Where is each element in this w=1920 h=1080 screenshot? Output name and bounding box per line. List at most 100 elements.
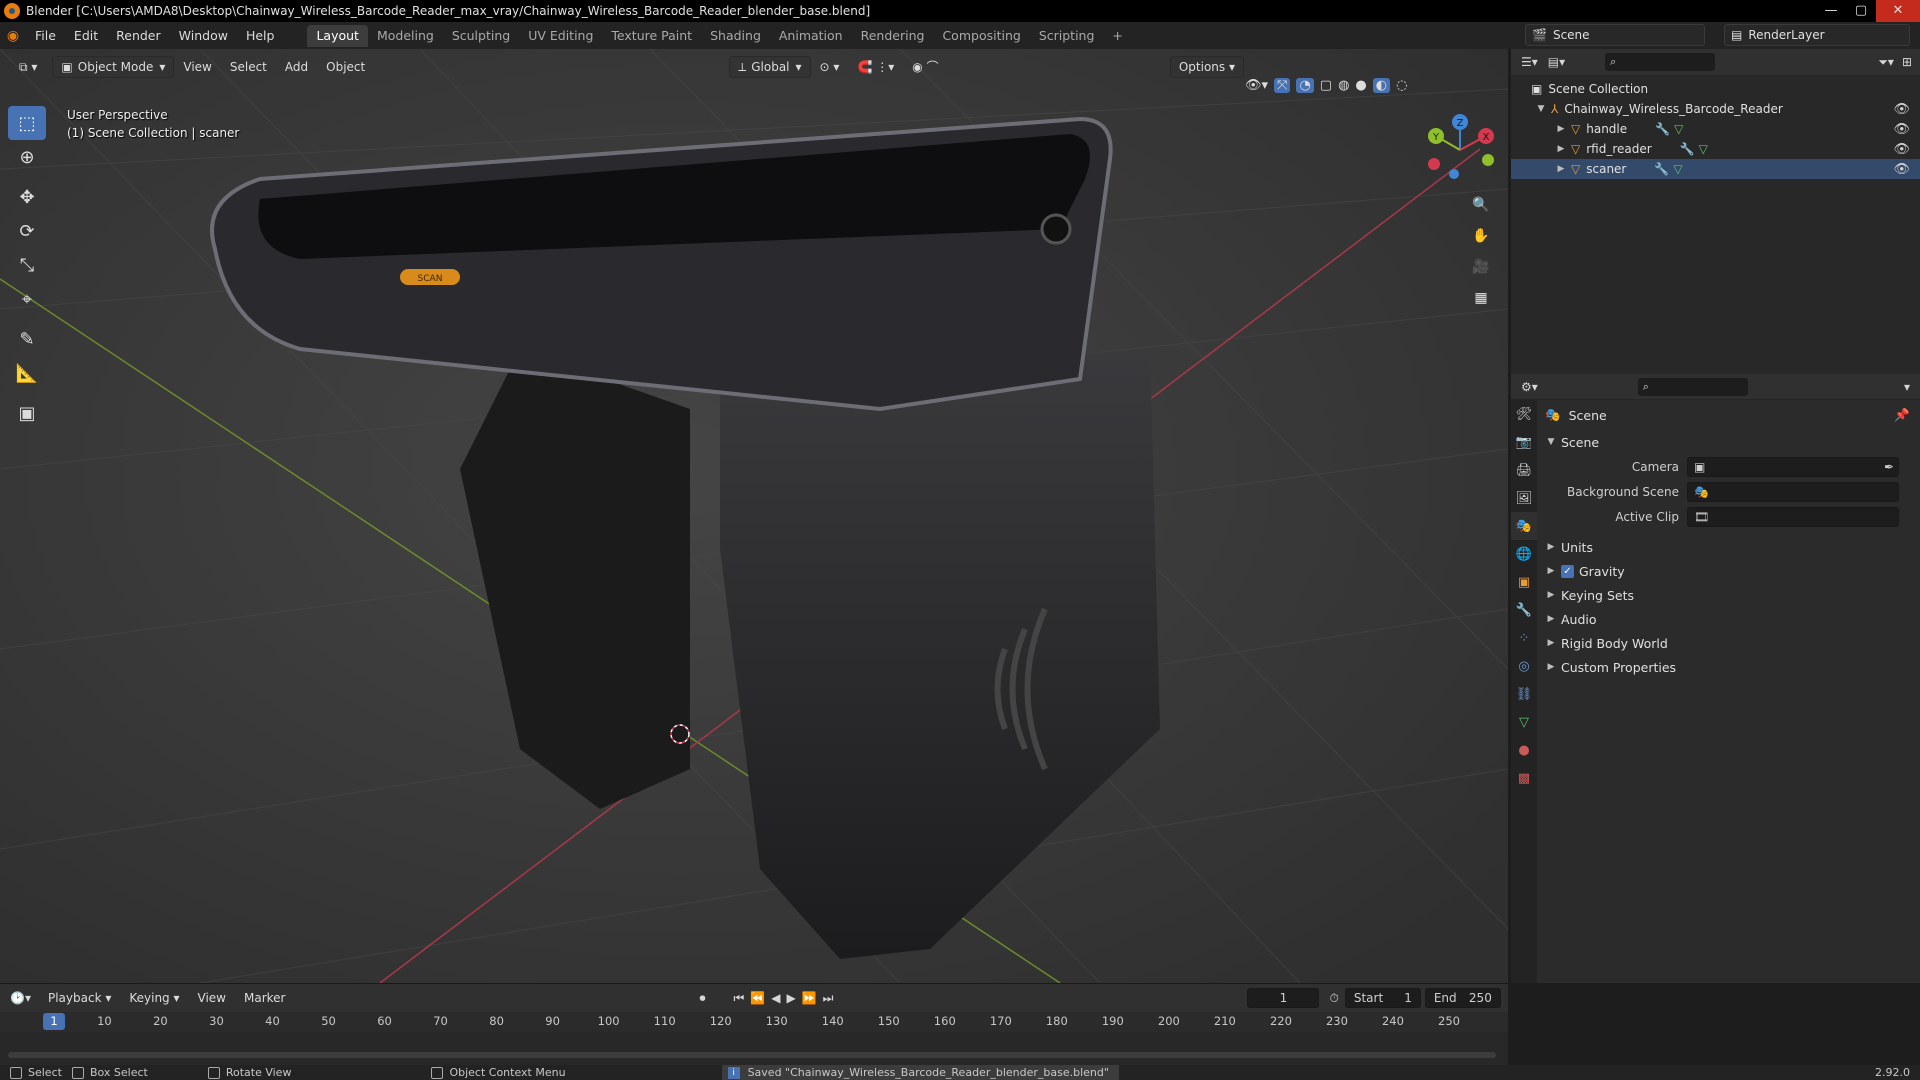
tool-tab-icon[interactable]: 🛠: [1511, 400, 1537, 428]
display-mode-icon[interactable]: ▤▾: [1548, 55, 1565, 69]
output-tab-icon[interactable]: 🖨: [1511, 456, 1537, 484]
tab-compositing[interactable]: Compositing: [933, 25, 1029, 47]
visibility-eye-icon[interactable]: 👁: [1893, 162, 1910, 177]
view-layer-tab-icon[interactable]: 🖼: [1511, 484, 1537, 512]
collapse-triangle-icon[interactable]: ▼: [1545, 437, 1557, 447]
timeline-menu-marker[interactable]: Marker: [235, 987, 294, 1009]
new-collection-icon[interactable]: ⊞: [1902, 55, 1912, 69]
eyedropper-icon[interactable]: ✒: [1884, 460, 1894, 474]
panel-header-custom-properties[interactable]: ▶ Custom Properties: [1537, 655, 1920, 679]
world-tab-icon[interactable]: 🌐: [1511, 540, 1537, 568]
timeline-ruler[interactable]: 1 10 20 30 40 50 60 70 80 90 100 110 120 130 140 150 160…: [0, 1012, 1508, 1032]
panel-header-scene[interactable]: ▼ Scene: [1537, 430, 1920, 454]
outliner-object-rfid-reader[interactable]: ▶ ▽ rfid_reader 🔧 ▽ 👁: [1511, 139, 1920, 159]
background-scene-field[interactable]: 🎭: [1687, 481, 1899, 502]
view-layer-selector[interactable]: ▤ RenderLayer: [1724, 24, 1910, 46]
tab-scripting[interactable]: Scripting: [1030, 25, 1104, 47]
transform-orientation-dropdown[interactable]: ⟂ Global ▾: [729, 56, 811, 78]
timeline-menu-keying[interactable]: Keying ▾: [120, 987, 188, 1009]
current-frame-field[interactable]: 1: [1247, 988, 1320, 1008]
chevron-down-icon[interactable]: ▾: [1904, 380, 1910, 394]
menu-help[interactable]: Help: [237, 25, 284, 47]
viewport-menu-object[interactable]: Object: [317, 56, 374, 78]
menu-file[interactable]: File: [26, 25, 65, 47]
navigation-gizmo[interactable]: Z X Y: [1420, 110, 1500, 190]
gravity-checkbox[interactable]: ✓: [1561, 564, 1574, 578]
constraints-tab-icon[interactable]: ⛓: [1511, 680, 1537, 708]
timeline-menu-view[interactable]: View: [189, 987, 235, 1009]
3d-viewport[interactable]: SCAN: [0, 49, 1508, 983]
outliner-collection-row[interactable]: ▼ ⅄ Chainway_Wireless_Barcode_Reader 👁: [1511, 99, 1920, 119]
tab-animation[interactable]: Animation: [770, 25, 852, 47]
expand-triangle-icon[interactable]: ▶: [1555, 124, 1567, 134]
wireframe-shading-icon[interactable]: ◍: [1338, 78, 1349, 93]
outliner-scene-collection[interactable]: ▣ Scene Collection: [1511, 79, 1920, 99]
panel-header-audio[interactable]: ▶ Audio: [1537, 607, 1920, 631]
material-shading-icon[interactable]: ◐: [1372, 78, 1391, 93]
pan-hand-icon[interactable]: ✋: [1468, 223, 1494, 249]
clock-editor-icon[interactable]: 🕑▾: [10, 991, 31, 1005]
pivot-point-button[interactable]: ⊙ ▾: [811, 56, 849, 78]
scene-tab-icon[interactable]: 🎭: [1511, 512, 1537, 540]
move-tool-icon[interactable]: ✥: [8, 180, 46, 214]
render-tab-icon[interactable]: 📷: [1511, 428, 1537, 456]
zoom-icon[interactable]: 🔍: [1468, 192, 1494, 218]
outliner-object-handle[interactable]: ▶ ▽ handle 🔧 ▽ 👁: [1511, 119, 1920, 139]
add-workspace-button[interactable]: +: [1103, 25, 1131, 47]
viewport-menu-view[interactable]: View: [174, 56, 220, 78]
modifier-tab-icon[interactable]: 🔧: [1511, 596, 1537, 624]
measure-tool-icon[interactable]: 📐: [8, 356, 46, 390]
close-button[interactable]: ✕: [1876, 0, 1920, 22]
panel-header-units[interactable]: ▶ Units: [1537, 535, 1920, 559]
record-icon[interactable]: ⏺: [699, 991, 705, 1006]
annotate-tool-icon[interactable]: ✎: [8, 322, 46, 356]
expand-triangle-icon[interactable]: ▶: [1545, 566, 1557, 576]
tab-uv-editing[interactable]: UV Editing: [519, 25, 602, 47]
perspective-grid-icon[interactable]: ▦: [1468, 285, 1494, 311]
overlays-toggle-icon[interactable]: ◔: [1296, 78, 1314, 93]
start-frame-field[interactable]: Start 1: [1344, 988, 1421, 1008]
tab-modeling[interactable]: Modeling: [368, 25, 443, 47]
scale-tool-icon[interactable]: ⤡: [8, 248, 46, 282]
xray-toggle-icon[interactable]: ▢: [1320, 78, 1332, 93]
end-frame-field[interactable]: End 250: [1424, 988, 1501, 1008]
filter-icon[interactable]: ⏷▾: [1878, 55, 1894, 70]
visibility-eye-icon[interactable]: 👁: [1893, 142, 1910, 157]
tab-texture-paint[interactable]: Texture Paint: [602, 25, 701, 47]
properties-search-input[interactable]: ⌕: [1637, 377, 1748, 396]
timeline-menu-playback[interactable]: Playback ▾: [39, 987, 120, 1009]
menu-window[interactable]: Window: [170, 25, 237, 47]
viewport-menu-select[interactable]: Select: [221, 56, 276, 78]
expand-triangle-icon[interactable]: ▶: [1545, 590, 1557, 600]
active-clip-field[interactable]: 🎞: [1687, 506, 1899, 527]
scene-selector[interactable]: 🎬 Scene: [1525, 24, 1705, 46]
physics-tab-icon[interactable]: ◎: [1511, 652, 1537, 680]
visibility-eye-icon[interactable]: 👁: [1893, 102, 1910, 117]
outliner-search-input[interactable]: ⌕: [1605, 53, 1716, 71]
panel-header-keying-sets[interactable]: ▶ Keying Sets: [1537, 583, 1920, 607]
expand-triangle-icon[interactable]: ▶: [1545, 638, 1557, 648]
outliner-object-scaner[interactable]: ▶ ▽ scaner 🔧 ▽ 👁: [1511, 159, 1920, 179]
minimize-button[interactable]: —: [1816, 0, 1846, 22]
camera-view-icon[interactable]: 🎥: [1468, 254, 1494, 280]
expand-triangle-icon[interactable]: ▶: [1545, 542, 1557, 552]
data-tab-icon[interactable]: ▽: [1511, 708, 1537, 736]
panel-header-rigid-body-world[interactable]: ▶ Rigid Body World: [1537, 631, 1920, 655]
transform-tool-icon[interactable]: ⌖: [8, 282, 46, 316]
particles-tab-icon[interactable]: ⁘: [1511, 624, 1537, 652]
tab-rendering[interactable]: Rendering: [852, 25, 934, 47]
viewport-menu-add[interactable]: Add: [276, 56, 317, 78]
visibility-icon[interactable]: 👁▾: [1245, 78, 1268, 93]
add-cube-tool-icon[interactable]: ▣: [8, 396, 46, 430]
timeline-scrollbar[interactable]: [8, 1052, 1496, 1058]
select-box-tool-icon[interactable]: ⬚: [8, 106, 46, 140]
snap-button[interactable]: 🧲 ⋮▾: [848, 56, 903, 78]
cursor-tool-icon[interactable]: ⊕: [8, 140, 46, 174]
menu-edit[interactable]: Edit: [65, 25, 107, 47]
menu-render[interactable]: Render: [107, 25, 170, 47]
proportional-edit-button[interactable]: ◉ ⌒: [903, 56, 947, 78]
tab-layout[interactable]: Layout: [307, 24, 368, 47]
panel-header-gravity[interactable]: ▶ ✓ Gravity: [1537, 559, 1920, 583]
expand-triangle-icon[interactable]: ▶: [1555, 164, 1567, 174]
stopwatch-icon[interactable]: ⏱: [1329, 991, 1338, 1006]
